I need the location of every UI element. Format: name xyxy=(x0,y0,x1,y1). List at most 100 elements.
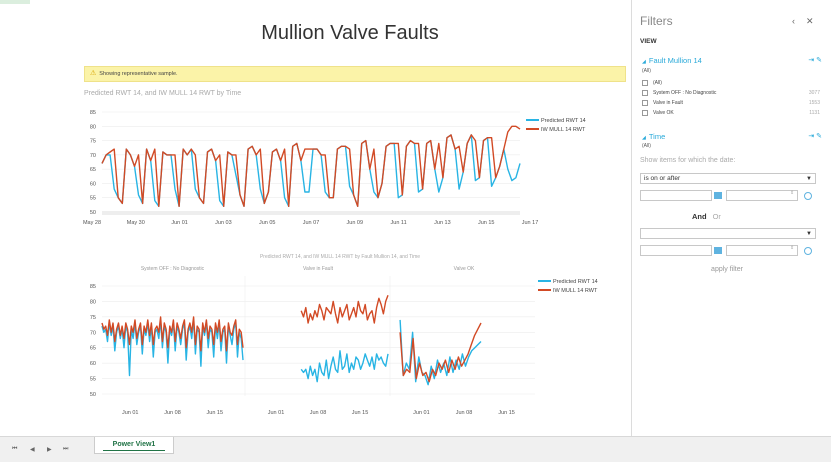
y-tick-label: 80 xyxy=(90,124,96,130)
y-tick-label: 80 xyxy=(90,299,96,305)
filters-pane: Filters ‹ ✕ VIEW ◢ Fault Mullion 14 ⇥ ✎ (… xyxy=(631,0,831,436)
calendar-icon[interactable] xyxy=(714,192,722,199)
prev-sheet-icon[interactable]: ◀ xyxy=(30,446,35,453)
fault-small-multiples-chart[interactable]: Predicted RWT 14, and IW MULL 14 RWT by … xyxy=(80,248,620,422)
x-tick-label: Jun 15 xyxy=(478,220,495,226)
clock-icon[interactable] xyxy=(804,192,812,200)
x-tick-label: Jun 01 xyxy=(122,410,139,416)
y-tick-label: 70 xyxy=(90,330,96,336)
first-sheet-icon[interactable]: ⏮ xyxy=(12,446,17,453)
x-tick-label: Jun 15 xyxy=(498,410,515,416)
calendar-icon[interactable] xyxy=(714,247,722,254)
y-tick-label: 75 xyxy=(90,315,96,321)
checkbox-icon[interactable] xyxy=(642,80,648,86)
view-label: VIEW xyxy=(640,38,657,45)
date-input-2[interactable] xyxy=(640,245,712,256)
y-tick-label: 70 xyxy=(90,153,96,159)
clock-icon[interactable] xyxy=(804,247,812,255)
x-tick-label: Jun 01 xyxy=(268,410,285,416)
apply-filter-link[interactable]: apply filter xyxy=(632,266,822,273)
x-tick-label: Jun 05 xyxy=(259,220,276,226)
checkbox-item[interactable]: System OFF : No Diagnostic 3077 xyxy=(642,90,820,98)
ribbon-edge xyxy=(0,0,30,4)
checkbox-icon[interactable] xyxy=(642,100,648,106)
x-tick-label: Jun 15 xyxy=(207,410,224,416)
notice-text: Showing representative sample. xyxy=(99,71,178,77)
dropdown-arrow-icon: ▼ xyxy=(806,231,812,237)
time-input-2[interactable] xyxy=(726,245,798,256)
x-tick-label: Jun 11 xyxy=(391,220,407,226)
x-tick-label: Jun 07 xyxy=(303,220,320,226)
x-tick-label: Jun 03 xyxy=(215,220,232,226)
x-tick-label: Jun 09 xyxy=(347,220,364,226)
legend-label: Predicted RWT 14 xyxy=(541,118,586,124)
x-tick-label: Jun 13 xyxy=(434,220,451,226)
y-tick-label: 60 xyxy=(90,361,96,367)
report-title: Mullion Valve Faults xyxy=(261,22,439,44)
date-input-1[interactable] xyxy=(640,190,712,201)
legend-label: IW MULL 14 RWT xyxy=(541,127,586,133)
panel-title: Valve in Fault xyxy=(303,266,334,272)
y-tick-label: 50 xyxy=(90,210,96,216)
spinner-icon[interactable]: ⇕ xyxy=(790,190,794,196)
y-tick-label: 85 xyxy=(90,110,96,116)
expand-triangle-icon: ◢ xyxy=(642,135,646,141)
y-tick-label: 55 xyxy=(90,196,96,202)
chart2-title: Predicted RWT 14, and IW MULL 14 RWT by … xyxy=(260,254,420,260)
field-name: Fault Mullion 14 xyxy=(648,56,702,65)
show-items-label: Show items for which the date: xyxy=(640,157,736,164)
field-name: Time xyxy=(648,132,666,141)
field-state: (All) xyxy=(642,143,651,149)
x-tick-label: Jun 08 xyxy=(310,410,327,416)
checkbox-item[interactable]: (All) xyxy=(642,80,820,88)
checkbox-icon[interactable] xyxy=(642,110,648,116)
x-tick-label: May 28 xyxy=(83,220,101,226)
series-line xyxy=(101,134,521,208)
spinner-icon[interactable]: ⇕ xyxy=(790,245,794,251)
sample-notice: ⚠ Showing representative sample. xyxy=(84,66,626,82)
field-state: (All) xyxy=(642,68,651,74)
legend-label: IW MULL 14 RWT xyxy=(553,288,598,294)
y-tick-label: 65 xyxy=(90,167,96,173)
and-or-toggle[interactable]: And Or xyxy=(692,212,721,221)
x-tick-label: Jun 17 xyxy=(522,220,539,226)
warning-icon: ⚠ xyxy=(90,70,97,77)
date-condition-select[interactable]: is on or after ▼ xyxy=(640,173,816,184)
filter-mode-icons[interactable]: ⇥ ✎ xyxy=(808,56,822,64)
y-tick-label: 55 xyxy=(90,377,96,383)
report-canvas: Mullion Valve Faults ⚠ Showing representa… xyxy=(0,0,631,436)
x-tick-label: Jun 01 xyxy=(413,410,430,416)
y-tick-label: 60 xyxy=(90,181,96,187)
x-tick-label: Jun 08 xyxy=(164,410,181,416)
y-tick-label: 85 xyxy=(90,284,96,290)
filter-field-time[interactable]: ◢ Time xyxy=(642,132,665,141)
panel-title: System OFF : No Diagnostic xyxy=(141,266,205,272)
date-condition-select-2[interactable]: ▼ xyxy=(640,228,816,239)
filter-field-fault[interactable]: ◢ Fault Mullion 14 xyxy=(642,56,702,65)
y-tick-label: 75 xyxy=(90,139,96,145)
collapse-icon[interactable]: ‹ xyxy=(792,16,795,26)
dropdown-arrow-icon: ▼ xyxy=(806,176,812,182)
legend-label: Predicted RWT 14 xyxy=(553,279,598,285)
y-tick-label: 65 xyxy=(90,346,96,352)
filters-title: Filters xyxy=(640,14,673,28)
checkbox-item[interactable]: Valve in Fault 1553 xyxy=(642,100,820,108)
filter-mode-icons[interactable]: ⇥ ✎ xyxy=(808,132,822,140)
last-sheet-icon[interactable]: ⏭ xyxy=(63,446,68,453)
x-tick-label: Jun 08 xyxy=(456,410,473,416)
chart1-title: Predicted RWT 14, and IW MULL 14 RWT by … xyxy=(84,90,242,97)
time-line-chart[interactable]: 50 55 60 65 70 75 80 85 May 28 May 30 Jun 01 Jun 03… xyxy=(80,104,620,234)
checkbox-item[interactable]: Valve OK 1131 xyxy=(642,110,820,118)
x-tick-label: Jun 15 xyxy=(352,410,369,416)
checkbox-icon[interactable] xyxy=(642,90,648,96)
sheet-tab-power-view[interactable]: Power View1 xyxy=(94,437,174,454)
close-icon[interactable]: ✕ xyxy=(806,16,814,27)
time-input-1[interactable] xyxy=(726,190,798,201)
x-tick-label: Jun 01 xyxy=(171,220,188,226)
series-line xyxy=(300,295,389,324)
panel-title: Valve OK xyxy=(454,266,475,272)
expand-triangle-icon: ◢ xyxy=(642,59,646,65)
next-sheet-icon[interactable]: ▶ xyxy=(47,446,52,453)
sheet-tab-bar: ⏮ ◀ ▶ ⏭ Power View1 xyxy=(0,436,831,462)
y-tick-label: 50 xyxy=(90,392,96,398)
